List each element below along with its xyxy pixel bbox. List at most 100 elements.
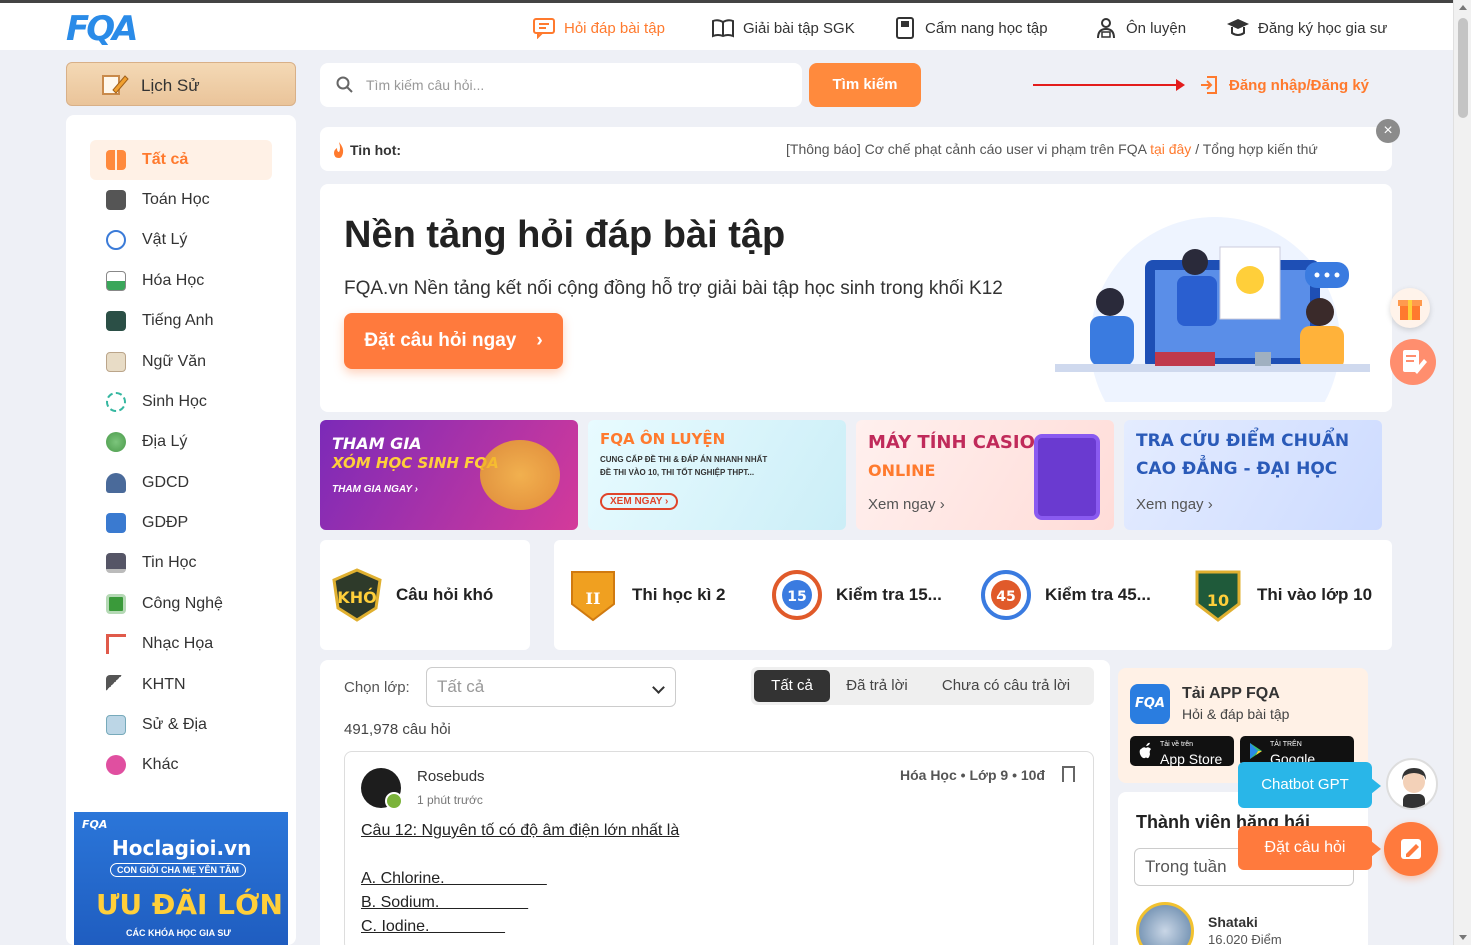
nav-giai-bai-tap[interactable]: Giải bài tập SGK (711, 17, 855, 39)
sidebar-item-label: KHTN (142, 676, 186, 693)
class-select[interactable]: Tất cả (426, 667, 676, 707)
login-register-link[interactable]: Đăng nhập/Đăng ký (1199, 75, 1369, 95)
banner-line: MÁY TÍNH CASIO (868, 432, 1035, 453)
nav-cam-nang[interactable]: Cẩm nang học tập (893, 17, 1048, 39)
page-scrollbar[interactable] (1453, 0, 1471, 945)
graduation-cap-icon (1227, 19, 1249, 36)
question-card[interactable]: Rosebuds 1 phút trước Hóa Học • Lớp 9 • … (344, 751, 1094, 945)
sidebar-item-toan-hoc[interactable]: Toán Học (90, 180, 272, 220)
red-arrow-annotation (1033, 79, 1185, 91)
news-link[interactable]: tại đây (1150, 141, 1191, 157)
sidebar-item-tin-hoc[interactable]: Tin Học (90, 543, 272, 583)
sidebar-item-nhac-hoa[interactable]: Nhạc Họa (90, 624, 272, 664)
chatbot-gpt-button[interactable]: Chatbot GPT (1238, 762, 1381, 808)
category-thi-vao-lop-10[interactable]: 10 Thi vào lớp 10 (1191, 568, 1372, 622)
fqa-logo[interactable]: FQA (66, 9, 156, 51)
tab-answered[interactable]: Đã trả lời (837, 670, 917, 702)
computer-icon (106, 553, 126, 573)
login-label: Đăng nhập/Đăng ký (1229, 76, 1370, 94)
sidebar-item-cong-nghe[interactable]: Công Nghệ (90, 584, 272, 624)
semester-exam-badge-icon: II (571, 571, 615, 622)
banner-xom-hoc-sinh[interactable]: THAM GIA XÓM HỌC SINH FQA THAM GIA NGAY … (320, 420, 578, 530)
sidebar-item-label: GDCD (142, 474, 190, 491)
scroll-up-arrow[interactable] (1459, 5, 1467, 10)
sidebar-item-sinh-hoc[interactable]: Sinh Học (90, 382, 272, 422)
app-title: Tải APP FQA (1182, 685, 1280, 702)
nav-hoi-dap[interactable]: Hỏi đáp bài tập (532, 17, 665, 39)
bookmark-icon[interactable] (1062, 766, 1075, 782)
category-kiem-tra-15[interactable]: 15 Kiểm tra 15... (770, 568, 942, 622)
hoclagioi-ad-banner[interactable]: FQA Hoclagioi.vn CON GIỎI CHA MẸ YÊN TÂM… (74, 812, 288, 945)
category-cau-hoi-kho[interactable]: KHÓ Câu hỏi khó (330, 568, 493, 622)
hero-title: Nền tảng hỏi đáp bài tập (344, 214, 786, 256)
question-text[interactable]: Câu 12: Nguyên tố có độ âm điện lớn nhất… (361, 822, 679, 840)
svg-text:10: 10 (1207, 591, 1229, 610)
sidebar-item-khac[interactable]: Khác (90, 745, 272, 785)
sidebar-item-dia-ly[interactable]: Địa Lý (90, 422, 272, 462)
category-kiem-tra-45[interactable]: 45 Kiểm tra 45... (979, 568, 1151, 622)
search-button[interactable]: Tìm kiếm (809, 63, 921, 107)
question-username[interactable]: Rosebuds (417, 768, 485, 785)
sidebar-item-gdcd[interactable]: GDCD (90, 463, 272, 503)
ad-promo: ƯU ĐÃI LỚN (96, 888, 283, 921)
tab-unanswered[interactable]: Chưa có câu trả lời (931, 670, 1081, 702)
music-note-icon (106, 634, 126, 654)
nav-dang-ky-gia-su[interactable]: Đăng ký học gia sư (1226, 17, 1387, 39)
banner-on-luyen[interactable]: FQA ÔN LUYỆN CUNG CẤP ĐỀ THI & ĐÁP ÁN NH… (588, 420, 846, 530)
ask-question-floating-button[interactable] (1384, 822, 1438, 876)
question-option: B. Sodium. (361, 894, 529, 911)
gift-button[interactable] (1390, 288, 1430, 328)
banner-line: ONLINE (868, 461, 936, 480)
grade-10-exam-badge-icon: 10 (1195, 570, 1241, 622)
banner-casio[interactable]: MÁY TÍNH CASIO ONLINE Xem ngay › (856, 420, 1114, 530)
sidebar-item-label: Tất cả (142, 151, 189, 168)
chip-icon (106, 594, 126, 614)
sidebar-item-label: Địa Lý (142, 433, 188, 450)
ask-question-now-button[interactable]: Đặt câu hỏi ngay › (344, 313, 563, 369)
sidebar-item-hoa-hoc[interactable]: Hóa Học (90, 261, 272, 301)
logo-text: FQA (66, 9, 138, 49)
banner-diem-chuan[interactable]: TRA CỨU ĐIỂM CHUẨN CAO ĐẲNG - ĐẠI HỌC Xe… (1124, 420, 1382, 530)
category-thi-hoc-ki-2[interactable]: II Thi học kì 2 (566, 568, 726, 622)
hard-question-badge-icon: KHÓ (332, 568, 382, 622)
sidebar-item-label: Sử & Địa (142, 716, 207, 733)
globe-icon (106, 432, 126, 452)
ask-question-floating-label[interactable]: Đặt câu hỏi (1238, 826, 1381, 870)
sidebar-item-vat-ly[interactable]: Vật Lý (90, 220, 272, 260)
fire-icon (334, 142, 344, 158)
class-select-value: Tất cả (437, 677, 485, 696)
sidebar-item-tieng-anh[interactable]: Tiếng Anh (90, 301, 272, 341)
nav-on-luyen[interactable]: Ôn luyện (1094, 17, 1186, 39)
banner-line: ĐỀ THI VÀO 10, THI TỐT NGHIỆP THPT... (600, 468, 755, 477)
member-avatar[interactable] (1136, 902, 1194, 945)
tab-all[interactable]: Tất cả (754, 670, 830, 702)
sidebar-item-gddp[interactable]: GDĐP (90, 503, 272, 543)
appstore-label: App Store (1160, 751, 1223, 767)
ad-brand: FQA (82, 818, 108, 831)
english-icon (106, 311, 126, 331)
scrollbar-thumb[interactable] (1458, 18, 1468, 118)
sidebar-item-tat-ca[interactable]: Tất cả (90, 140, 272, 180)
note-edit-icon (1403, 350, 1427, 374)
app-store-button[interactable]: Tải về trên App Store (1130, 736, 1234, 766)
chatbot-avatar[interactable] (1386, 758, 1438, 810)
banner-line: CAO ĐẲNG - ĐẠI HỌC (1136, 459, 1338, 479)
news-text-part: [Thông báo] Cơ chế phạt cảnh cáo user vi… (786, 141, 1151, 157)
question-count: 491,978 câu hỏi (344, 721, 451, 738)
member-name[interactable]: Shataki (1208, 914, 1258, 930)
note-button[interactable] (1390, 339, 1436, 385)
banner-line: Xem ngay › (1136, 496, 1213, 513)
hot-news-label: Tin hot: (350, 142, 402, 158)
history-button[interactable]: Lịch Sử (66, 62, 296, 106)
sidebar-item-su-dia[interactable]: Sử & Địa (90, 705, 272, 745)
sidebar-item-ngu-van[interactable]: Ngữ Văn (90, 342, 272, 382)
close-news-button[interactable]: × (1376, 119, 1400, 143)
avatar[interactable] (361, 768, 403, 810)
pencil-icon (102, 75, 129, 95)
scroll-down-arrow[interactable] (1459, 935, 1467, 940)
sidebar-item-khtn[interactable]: KHTN (90, 665, 272, 705)
hero-illustration (1055, 217, 1370, 402)
category-cau-hoi-kho-card[interactable]: KHÓ Câu hỏi khó (320, 540, 530, 650)
search-input[interactable] (366, 77, 786, 93)
chat-icon (533, 18, 555, 39)
